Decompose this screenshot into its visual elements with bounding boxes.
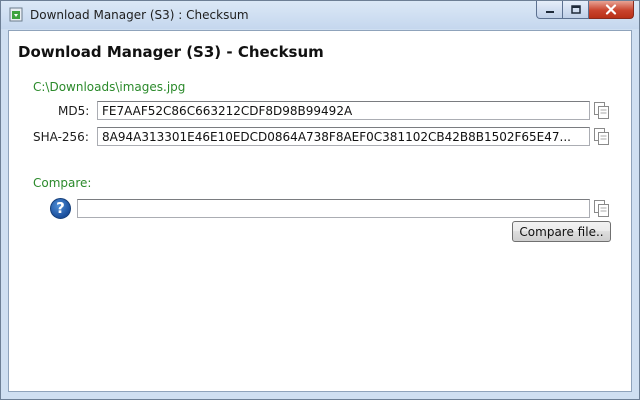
sha256-field[interactable]: 8A94A313301E46E10EDCD0864A738F8AEF0C3811… bbox=[97, 127, 590, 146]
checksum-panel: Download Manager (S3) - Checksum C:\Down… bbox=[8, 30, 632, 392]
minimize-icon bbox=[545, 10, 554, 13]
close-button[interactable] bbox=[589, 1, 634, 19]
md5-label: MD5: bbox=[58, 104, 90, 118]
sha256-label: SHA-256: bbox=[33, 130, 89, 144]
file-path: C:\Downloads\images.jpg bbox=[33, 80, 186, 94]
copy-sha256-icon[interactable] bbox=[593, 127, 610, 146]
compare-label: Compare: bbox=[33, 176, 92, 190]
minimize-button[interactable] bbox=[536, 1, 563, 19]
maximize-button[interactable] bbox=[563, 1, 589, 19]
compare-input[interactable] bbox=[77, 199, 590, 218]
help-icon[interactable]: ? bbox=[50, 198, 71, 219]
title-bar[interactable]: Download Manager (S3) : Checksum bbox=[1, 1, 639, 29]
md5-field[interactable]: FE7AAF52C86C663212CDF8D98B99492A bbox=[97, 101, 590, 120]
page-title: Download Manager (S3) - Checksum bbox=[18, 43, 324, 61]
app-window: Download Manager (S3) : Checksum Downloa… bbox=[0, 0, 640, 400]
window-controls bbox=[536, 1, 634, 20]
maximize-icon bbox=[570, 5, 581, 14]
copy-md5-icon[interactable] bbox=[593, 101, 610, 120]
window-title: Download Manager (S3) : Checksum bbox=[30, 8, 249, 22]
app-icon bbox=[9, 7, 23, 22]
paste-compare-icon[interactable] bbox=[593, 199, 610, 218]
compare-file-button[interactable]: Compare file.. bbox=[512, 221, 611, 242]
close-icon bbox=[605, 4, 617, 15]
